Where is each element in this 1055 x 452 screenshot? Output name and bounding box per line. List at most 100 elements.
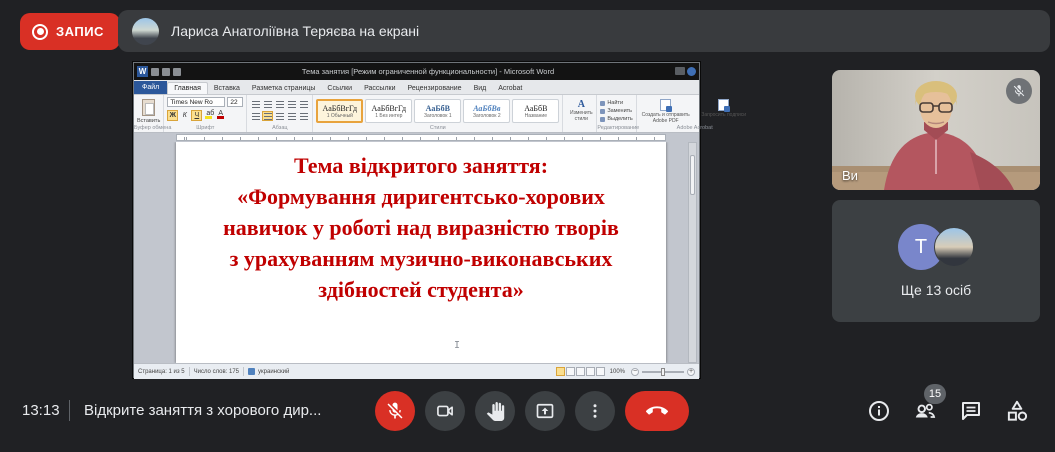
spellcheck-icon[interactable] [248, 368, 255, 375]
zoom-out-icon[interactable]: − [631, 368, 639, 376]
present-screen-button[interactable] [525, 391, 565, 431]
paste-icon[interactable] [142, 99, 155, 116]
select-button[interactable]: Выделить [600, 116, 632, 122]
align-center-icon[interactable] [262, 111, 273, 121]
word-logo-icon: W [137, 66, 148, 77]
style-heading1[interactable]: АаБбВ Заголовок 1 [414, 99, 461, 123]
sort-icon[interactable] [298, 99, 309, 109]
italic-button[interactable]: К [179, 110, 190, 121]
tab-page-layout[interactable]: Разметка страницы [246, 83, 322, 94]
self-video-tile[interactable]: Ви [832, 70, 1040, 190]
word-count[interactable]: Число слов: 175 [194, 369, 239, 375]
shared-screen-word-window[interactable]: W Тема занятия [Режим ограниченной функц… [133, 62, 700, 378]
help-icon[interactable] [687, 67, 696, 76]
outline-view-icon[interactable] [586, 367, 595, 376]
mic-toggle-button[interactable] [375, 391, 415, 431]
tab-references[interactable]: Ссылки [321, 83, 358, 94]
zoom-level[interactable]: 100% [610, 369, 625, 375]
find-button[interactable]: Найти [600, 100, 632, 106]
clock: 13:13 [22, 402, 60, 419]
call-end-icon [646, 400, 668, 422]
tab-review[interactable]: Рецензирование [402, 83, 468, 94]
vertical-scrollbar[interactable] [688, 142, 697, 363]
word-status-bar: Страница: 1 из 5 Число слов: 175 украинс… [134, 363, 699, 379]
align-left-icon[interactable] [250, 111, 261, 121]
minimize-icon[interactable] [675, 67, 685, 75]
font-color-icon[interactable]: А [215, 110, 226, 121]
word-window-controls[interactable] [675, 67, 699, 76]
style-title[interactable]: АаБбВ Название [512, 99, 559, 123]
tab-view[interactable]: Вид [468, 83, 493, 94]
doc-line-5: здібностей студента» [176, 274, 666, 305]
overflow-participants-tile[interactable]: T Ще 13 осіб [832, 200, 1040, 322]
self-mute-indicator [1006, 78, 1032, 104]
activities-icon [1004, 398, 1030, 424]
zoom-in-icon[interactable]: + [687, 368, 695, 376]
tab-file[interactable]: Файл [134, 81, 167, 94]
word-ribbon: Вставить Буфер обмена Times New Ro 22 Ж … [134, 95, 699, 133]
tab-insert[interactable]: Вставка [208, 83, 246, 94]
font-name-box[interactable]: Times New Ro [167, 97, 225, 107]
find-icon [600, 101, 605, 106]
undo-icon[interactable] [162, 68, 170, 76]
tab-acrobat[interactable]: Acrobat [492, 83, 528, 94]
group-label-paragraph: Абзац [247, 125, 312, 131]
ribbon-group-clipboard: Вставить Буфер обмена [134, 95, 164, 132]
underline-button[interactable]: Ч [191, 110, 202, 121]
draft-view-icon[interactable] [596, 367, 605, 376]
style-heading2[interactable]: АаБбВв Заголовок 2 [463, 99, 510, 123]
style-normal[interactable]: АаБбВгГд 1 Обычный [316, 99, 363, 123]
activities-button[interactable] [1004, 398, 1030, 424]
chat-button[interactable] [958, 398, 984, 424]
scrollbar-thumb[interactable] [690, 155, 695, 195]
info-icon [867, 399, 891, 423]
multilevel-list-icon[interactable] [274, 99, 285, 109]
group-label-styles: Стили [313, 125, 562, 131]
paste-label[interactable]: Вставить [137, 118, 160, 124]
presenter-avatar [132, 18, 159, 45]
save-icon[interactable] [151, 68, 159, 76]
camera-toggle-button[interactable] [425, 391, 465, 431]
bullets-icon[interactable] [250, 99, 261, 109]
participant-avatar-photo [934, 227, 974, 267]
highlight-color-icon[interactable]: аб [203, 110, 214, 121]
word-quick-access-toolbar[interactable]: W [134, 66, 181, 77]
language-indicator[interactable]: украинский [258, 369, 289, 375]
bold-button[interactable]: Ж [167, 110, 178, 121]
page-indicator[interactable]: Страница: 1 из 5 [138, 369, 185, 375]
line-spacing-icon[interactable] [298, 111, 309, 121]
zoom-slider[interactable]: − + [631, 368, 695, 376]
style-no-spacing[interactable]: АаБбВгГд 1 Без интер [365, 99, 412, 123]
more-options-button[interactable] [575, 391, 615, 431]
meeting-details-button[interactable] [866, 398, 892, 424]
document-page[interactable]: Тема відкритого заняття: «Формування дир… [176, 142, 666, 363]
font-size-box[interactable]: 22 [227, 97, 243, 107]
decrease-indent-icon[interactable] [286, 99, 297, 109]
redo-icon[interactable] [173, 68, 181, 76]
raise-hand-button[interactable] [475, 391, 515, 431]
numbering-icon[interactable] [262, 99, 273, 109]
tab-mailings[interactable]: Рассылки [358, 83, 401, 94]
justify-icon[interactable] [286, 111, 297, 121]
word-ribbon-tabs: Файл Главная Вставка Разметка страницы С… [134, 80, 699, 95]
raise-hand-icon [486, 402, 505, 421]
word-title-bar: W Тема занятия [Режим ограниченной функц… [134, 63, 699, 80]
print-layout-view-icon[interactable] [556, 367, 565, 376]
document-area[interactable]: Тема відкритого заняття: «Формування дир… [134, 142, 699, 363]
end-call-button[interactable] [625, 391, 689, 431]
change-styles-button[interactable]: А Изменить стили [563, 95, 597, 132]
zoom-slider-thumb[interactable] [661, 368, 665, 376]
align-right-icon[interactable] [274, 111, 285, 121]
replace-button[interactable]: Заменить [600, 108, 632, 114]
web-view-icon[interactable] [576, 367, 585, 376]
request-signatures-button[interactable]: Запросить подписи [698, 99, 750, 124]
doc-line-3: навичок у роботі над виразністю творів [176, 212, 666, 243]
tab-home[interactable]: Главная [167, 82, 208, 94]
ribbon-group-acrobat: Создать и отправить Adobe PDF Запросить … [637, 95, 753, 132]
horizontal-ruler[interactable] [134, 133, 699, 142]
create-pdf-button[interactable]: Создать и отправить Adobe PDF [640, 99, 692, 124]
fullscreen-view-icon[interactable] [566, 367, 575, 376]
record-icon [32, 24, 48, 40]
presentation-banner[interactable]: Лариса Анатоліївна Теряєва на екрані [118, 10, 1050, 52]
recording-badge: ЗАПИС [20, 13, 120, 50]
